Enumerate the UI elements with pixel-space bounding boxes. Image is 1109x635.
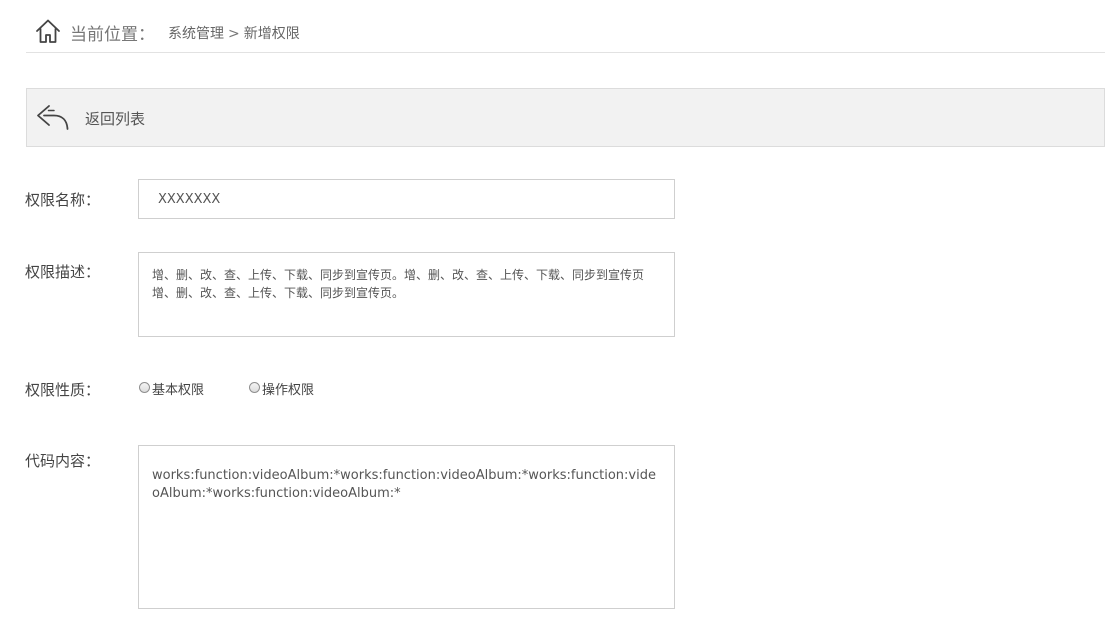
code-content-textarea[interactable]: works:function:videoAlbum:*works:functio… [138,445,675,609]
permission-description-textarea[interactable]: 增、删、改、查、上传、下载、同步到宣传页。增、删、改、查、上传、下载、同步到宣传… [138,252,675,337]
radio-operation-permission[interactable]: 操作权限 [249,379,314,398]
code-label: 代码内容： [25,452,101,470]
name-label: 权限名称： [25,191,101,209]
breadcrumb-separator: > [228,26,240,42]
breadcrumb-item-current: 新增权限 [243,26,300,42]
description-label: 权限描述： [25,263,101,281]
breadcrumb-path: 系统管理 > 新增权限 [168,23,300,43]
back-arrow-icon [37,105,69,130]
radio-operation-permission-label: 操作权限 [262,383,315,398]
breadcrumb-item-system-management[interactable]: 系统管理 [168,26,224,42]
radio-basic-permission-label: 基本权限 [152,383,205,398]
radio-basic-permission[interactable]: 基本权限 [139,379,204,398]
radio-basic-permission-circle[interactable] [139,381,150,393]
breadcrumb: 当前位置： 系统管理 > 新增权限 [26,0,1105,53]
breadcrumb-label: 当前位置： [70,25,155,45]
radio-operation-permission-circle[interactable] [249,381,260,393]
permission-name-input[interactable] [138,179,675,219]
toolbar: 返回列表 [26,88,1105,147]
back-to-list-button[interactable]: 返回列表 [35,99,145,137]
home-icon[interactable] [34,17,62,45]
back-to-list-label: 返回列表 [85,109,146,128]
type-label: 权限性质： [25,381,101,399]
